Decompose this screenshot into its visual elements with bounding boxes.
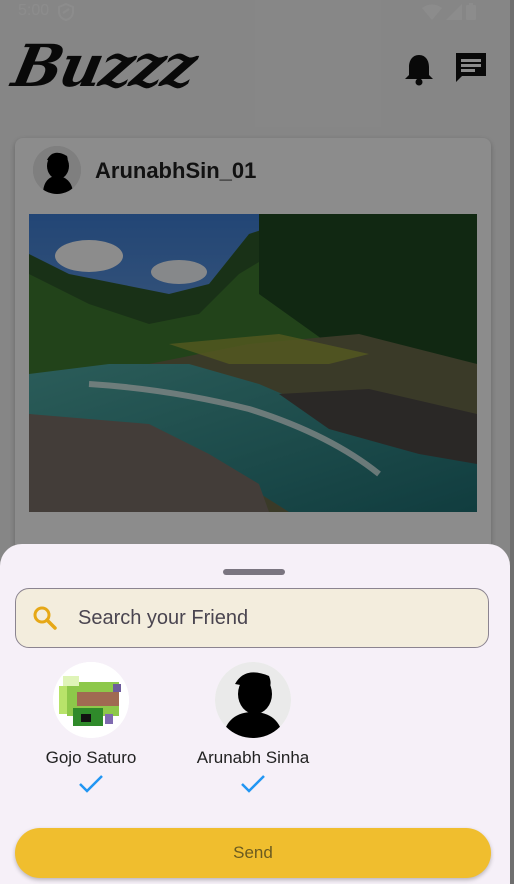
check-icon	[241, 775, 265, 793]
friend-search-box[interactable]	[15, 588, 489, 648]
friend-avatar[interactable]	[215, 662, 291, 738]
friend-name: Arunabh Sinha	[196, 748, 310, 767]
window-edge	[510, 0, 514, 884]
friend-item[interactable]: Arunabh Sinha	[173, 662, 333, 794]
friend-name: Gojo Saturo	[45, 748, 137, 767]
friend-search-input[interactable]	[76, 605, 460, 631]
share-bottom-sheet: Gojo Saturo Arunabh Sinha Send	[0, 544, 510, 884]
friend-avatar[interactable]	[53, 662, 129, 738]
app-screen: 5:00 Buzzz ArunabhSin_01 Search your Fri…	[0, 0, 510, 884]
drag-handle[interactable]	[223, 569, 285, 575]
check-icon	[79, 775, 103, 793]
friend-item[interactable]: Gojo Saturo	[11, 662, 171, 794]
send-button[interactable]: Send	[15, 828, 491, 878]
search-icon	[33, 606, 57, 630]
